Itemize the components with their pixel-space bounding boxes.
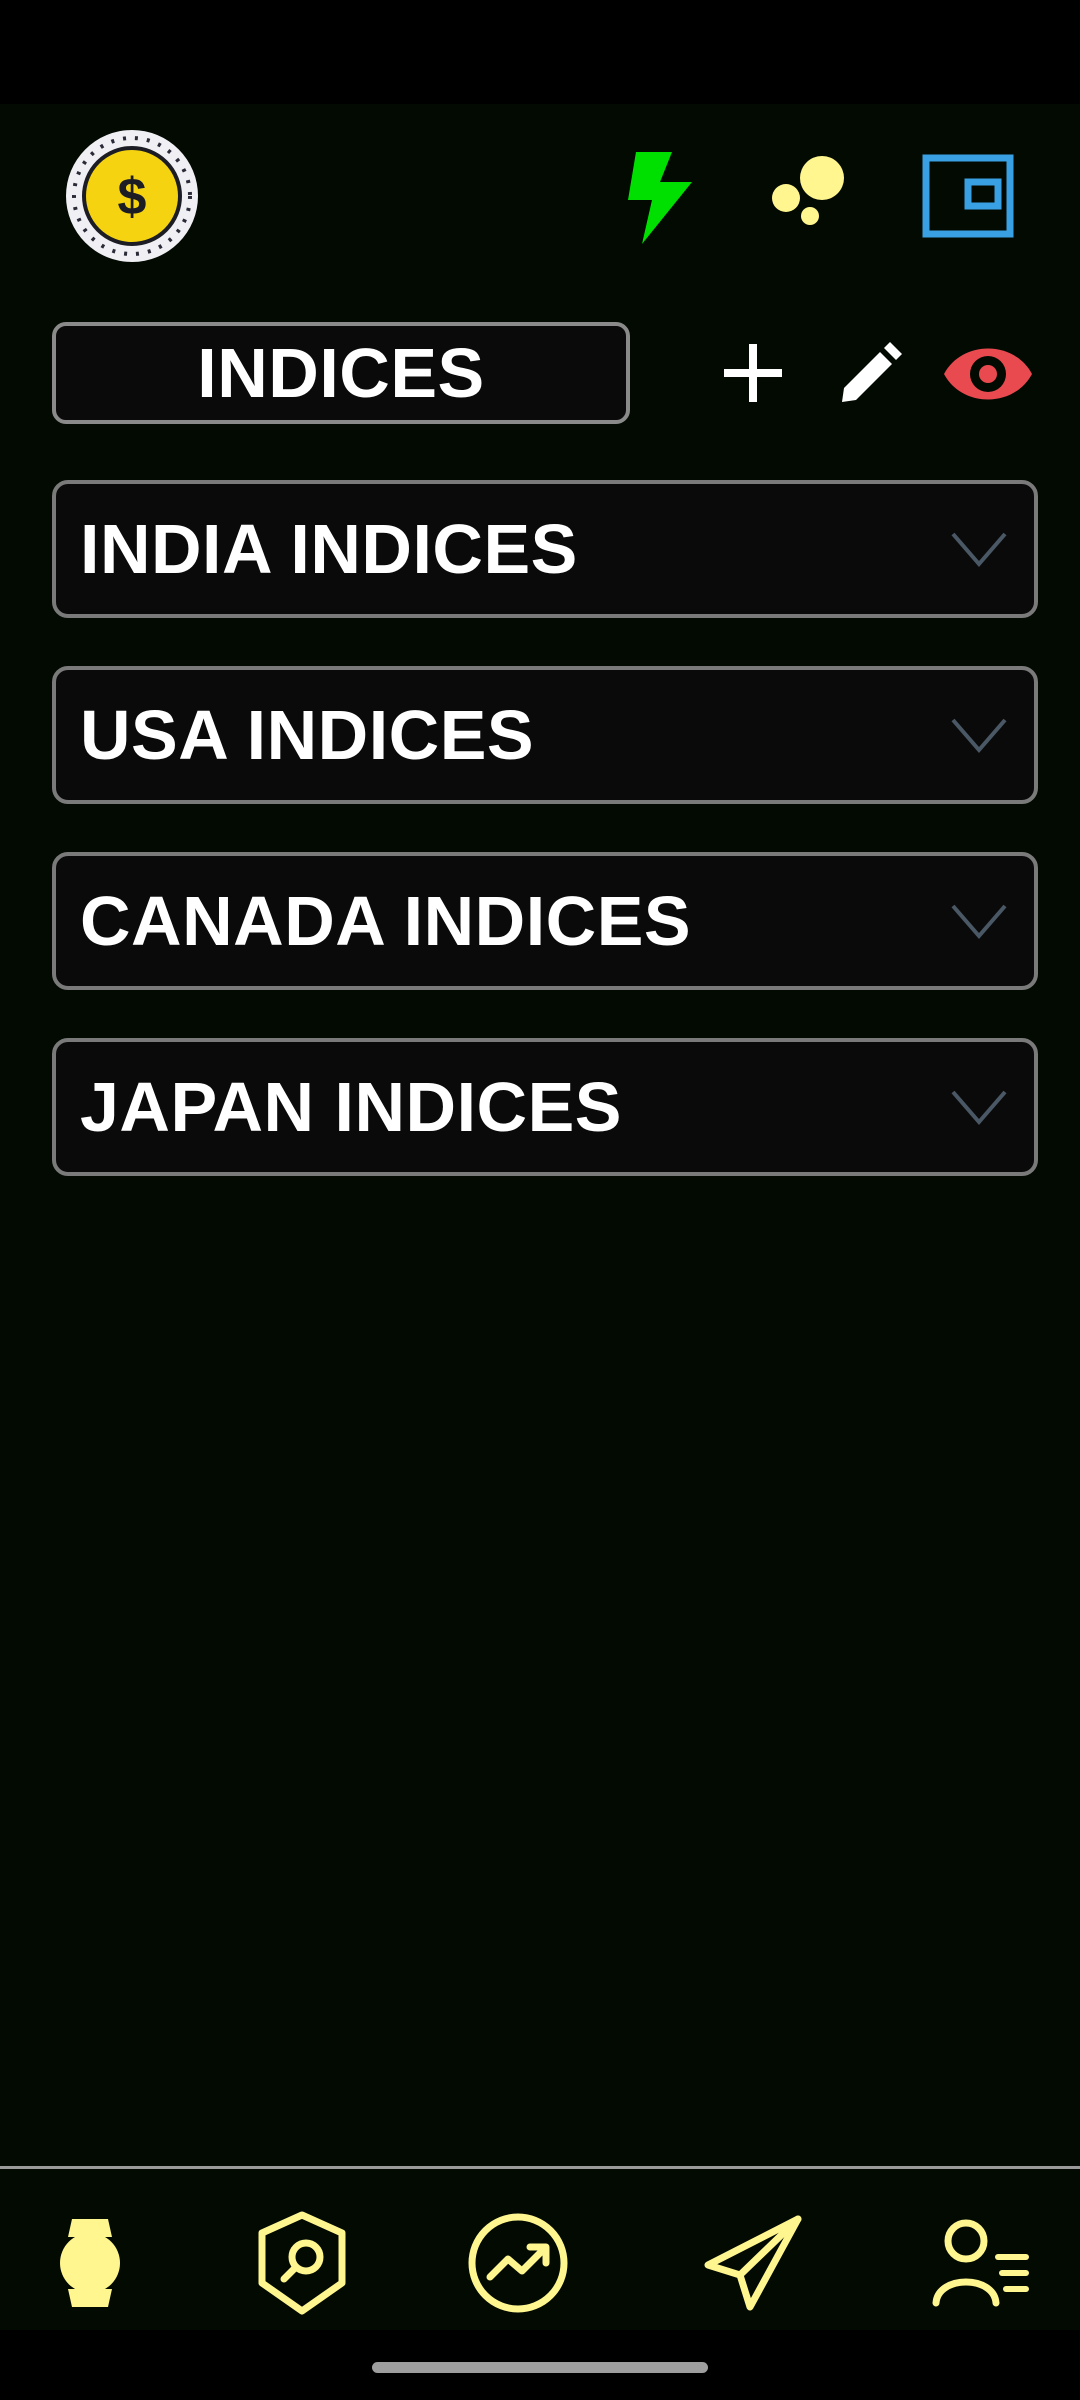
- profile-list-icon[interactable]: [928, 2209, 1036, 2317]
- bottom-nav: [0, 2166, 1080, 2330]
- shield-search-icon[interactable]: [248, 2209, 356, 2317]
- page-title: INDICES: [52, 322, 630, 424]
- accordion-label: CANADA INDICES: [80, 882, 692, 960]
- accordion-label: INDIA INDICES: [80, 510, 578, 588]
- chevron-down-icon: [951, 532, 1007, 568]
- accordion-india-indices[interactable]: INDIA INDICES: [52, 480, 1038, 618]
- eye-icon[interactable]: [940, 326, 1036, 422]
- dollar-coin-icon[interactable]: $: [64, 128, 200, 264]
- chevron-down-icon: [951, 904, 1007, 940]
- home-indicator[interactable]: [372, 2362, 708, 2373]
- gesture-area: [0, 2330, 1080, 2400]
- indices-list: INDIA INDICES USA INDICES CANADA INDICES…: [52, 480, 1038, 1224]
- watch-icon[interactable]: [36, 2209, 144, 2317]
- accordion-label: JAPAN INDICES: [80, 1068, 622, 1146]
- trend-icon[interactable]: [464, 2209, 572, 2317]
- title-row: INDICES: [0, 322, 1080, 426]
- indices-screen: $ INDICES INDIA INDICES USA INDICES CANA…: [0, 104, 1080, 2328]
- add-icon[interactable]: [706, 326, 802, 422]
- flash-icon[interactable]: [614, 148, 710, 244]
- edit-icon[interactable]: [820, 326, 916, 422]
- wallet-icon[interactable]: [920, 148, 1016, 244]
- bubbles-icon[interactable]: [760, 148, 856, 244]
- status-bar: [0, 0, 1080, 104]
- chevron-down-icon: [951, 718, 1007, 754]
- svg-text:$: $: [118, 168, 147, 226]
- send-icon[interactable]: [700, 2209, 808, 2317]
- accordion-japan-indices[interactable]: JAPAN INDICES: [52, 1038, 1038, 1176]
- chevron-down-icon: [951, 1090, 1007, 1126]
- top-bar: $: [0, 104, 1080, 294]
- accordion-canada-indices[interactable]: CANADA INDICES: [52, 852, 1038, 990]
- accordion-label: USA INDICES: [80, 696, 535, 774]
- accordion-usa-indices[interactable]: USA INDICES: [52, 666, 1038, 804]
- page-title-text: INDICES: [197, 334, 485, 412]
